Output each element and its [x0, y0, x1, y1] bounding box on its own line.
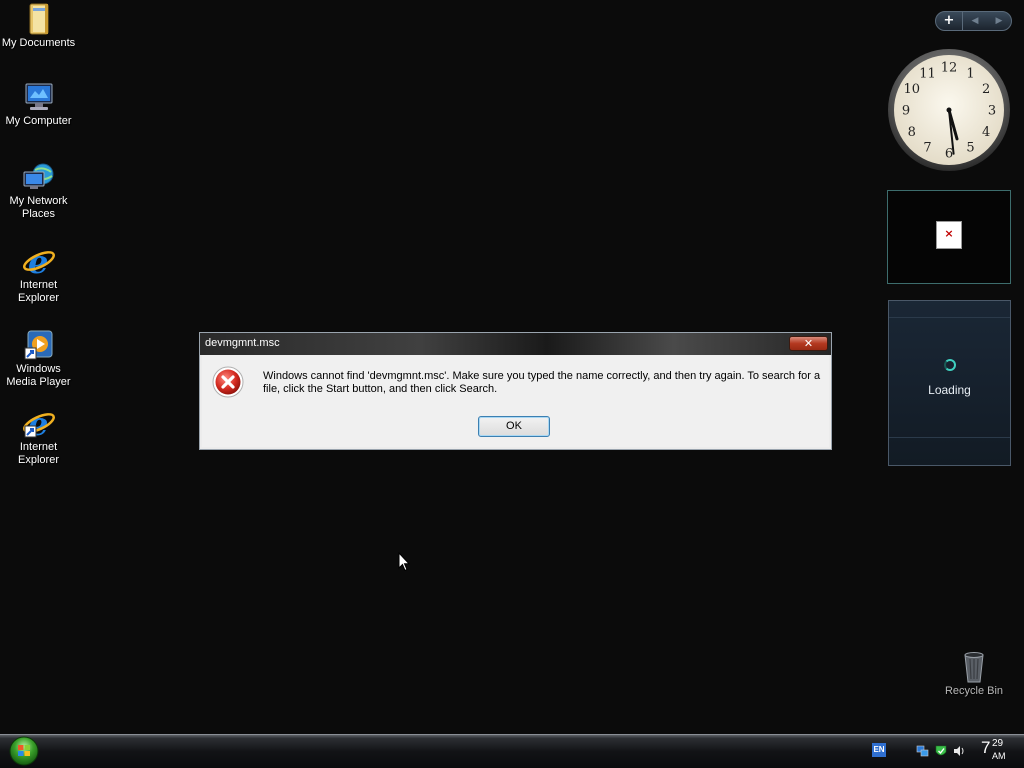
windows-logo-icon — [9, 736, 39, 766]
taskbar-clock-minute[interactable]: 29 — [992, 739, 1003, 749]
computer-icon — [21, 80, 57, 114]
gadget-toolbar: + ◀ ▶ — [935, 11, 1012, 31]
dialog-message: Windows cannot find 'devmgmnt.msc'. Make… — [263, 370, 821, 395]
ok-button[interactable]: OK — [478, 416, 550, 437]
desktop-icon-label: My Documents — [1, 37, 76, 49]
internet-explorer-shortcut-icon: e — [21, 405, 57, 443]
previous-gadgets-button[interactable]: ◀ — [963, 12, 987, 30]
media-player-shortcut-icon — [21, 328, 57, 362]
clock-numeral: 2 — [982, 82, 990, 97]
dialog-body: Windows cannot find 'devmgmnt.msc'. Make… — [202, 355, 829, 447]
speaker-icon[interactable] — [952, 743, 966, 757]
network-icon[interactable] — [916, 743, 930, 757]
desktop-icon-label: Internet Explorer — [18, 441, 59, 466]
gadget-divider — [889, 317, 1010, 318]
dialog-title: devmgmnt.msc — [205, 337, 280, 349]
dialog-titlebar[interactable]: devmgmnt.msc ✕ — [200, 333, 831, 355]
close-button[interactable]: ✕ — [789, 336, 828, 351]
clock-numeral: 7 — [923, 141, 931, 156]
desktop-icon-my-computer[interactable]: My Computer — [0, 80, 77, 128]
add-gadget-button[interactable]: + — [936, 12, 963, 30]
desktop-icon-internet-explorer-shortcut[interactable]: e Internet Explorer — [0, 405, 77, 467]
desktop-icon-label: Internet Explorer — [18, 279, 59, 304]
loading-spinner-icon — [944, 359, 956, 371]
network-places-icon — [21, 160, 57, 194]
taskbar-clock-ampm[interactable]: AM — [992, 751, 1006, 761]
clock-gadget[interactable]: 1 2 3 4 5 6 7 8 9 10 11 12 — [887, 48, 1011, 172]
clock-numeral: 6 — [945, 147, 953, 162]
desktop: My Documents My Computer My Network Plac — [0, 0, 1024, 768]
clock-numeral: 5 — [966, 141, 974, 156]
error-icon — [212, 366, 244, 398]
next-gadgets-button[interactable]: ▶ — [987, 12, 1011, 30]
loading-gadget[interactable]: Loading — [888, 300, 1011, 466]
clock-numeral: 10 — [904, 82, 921, 97]
desktop-icon-windows-media-player[interactable]: Windows Media Player — [0, 328, 77, 389]
clock-numeral: 4 — [982, 125, 990, 140]
desktop-icon-my-documents[interactable]: My Documents — [0, 2, 77, 50]
clock-numeral: 8 — [908, 125, 916, 140]
broken-image-icon: × — [936, 221, 962, 249]
desktop-icon-internet-explorer[interactable]: e Internet Explorer — [0, 243, 77, 305]
security-icon[interactable] — [934, 743, 948, 757]
clock-numeral: 11 — [919, 66, 936, 81]
picture-gadget[interactable]: × — [887, 190, 1011, 284]
mouse-cursor-icon — [398, 551, 411, 572]
language-indicator[interactable]: EN — [872, 743, 886, 757]
folder-documents-icon — [21, 2, 57, 36]
recycle-bin-icon — [956, 650, 992, 684]
clock-numeral: 3 — [988, 104, 996, 119]
gadget-divider — [889, 437, 1010, 438]
broken-image-mark: × — [944, 227, 954, 240]
desktop-icon-label: Recycle Bin — [944, 685, 1004, 697]
desktop-icon-label: My Computer — [5, 115, 72, 127]
internet-explorer-icon: e — [21, 243, 57, 281]
desktop-icon-label: Windows Media Player — [6, 363, 71, 388]
desktop-icon-my-network-places[interactable]: My Network Places — [0, 160, 77, 221]
loading-text: Loading — [928, 383, 971, 397]
clock-face: 1234567891011 12 — [888, 49, 1010, 171]
close-icon: ✕ — [803, 337, 814, 350]
start-button[interactable] — [9, 736, 39, 766]
error-dialog: devmgmnt.msc ✕ Windows cannot find 'devm… — [199, 332, 832, 450]
clock-numeral: 1 — [966, 66, 974, 81]
svg-text:e: e — [28, 244, 48, 278]
taskbar-clock-hour[interactable]: 7 — [981, 738, 990, 758]
taskbar: EN — [0, 734, 1024, 768]
clock-numeral: 12 — [941, 61, 958, 76]
clock-numeral: 9 — [902, 104, 910, 119]
desktop-icon-label: My Network Places — [9, 195, 68, 220]
desktop-icon-recycle-bin[interactable]: Recycle Bin — [940, 650, 1008, 698]
